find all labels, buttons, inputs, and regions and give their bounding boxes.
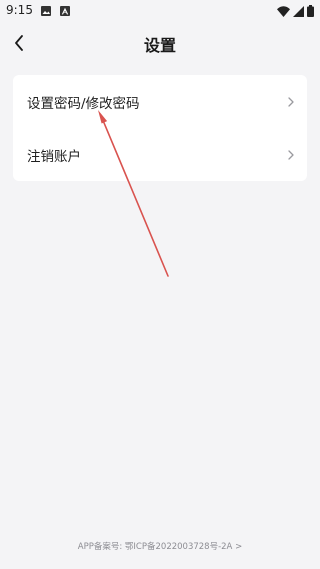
menu-item-set-password[interactable]: 设置密码/修改密码 bbox=[13, 75, 307, 128]
status-bar: 9:15 bbox=[0, 0, 320, 24]
settings-card: 设置密码/修改密码 注销账户 bbox=[13, 75, 307, 181]
signal-icon bbox=[293, 5, 304, 17]
status-time: 9:15 bbox=[6, 3, 33, 17]
battery-icon bbox=[307, 5, 314, 17]
header: 设置 bbox=[0, 24, 320, 64]
page-title: 设置 bbox=[143, 36, 176, 55]
a-notification-icon bbox=[60, 6, 70, 16]
menu-item-label: 注销账户 bbox=[27, 148, 81, 165]
menu-item-delete-account[interactable]: 注销账户 bbox=[13, 128, 307, 181]
menu-item-label: 设置密码/修改密码 bbox=[27, 95, 140, 112]
status-right-icons bbox=[277, 5, 314, 17]
chevron-right-icon bbox=[288, 149, 294, 160]
icp-footer-link[interactable]: APP备案号: 鄂ICP备2022003728号-2A > bbox=[0, 540, 320, 552]
wifi-icon bbox=[277, 5, 290, 17]
image-icon bbox=[41, 6, 51, 16]
chevron-right-icon bbox=[288, 96, 294, 107]
